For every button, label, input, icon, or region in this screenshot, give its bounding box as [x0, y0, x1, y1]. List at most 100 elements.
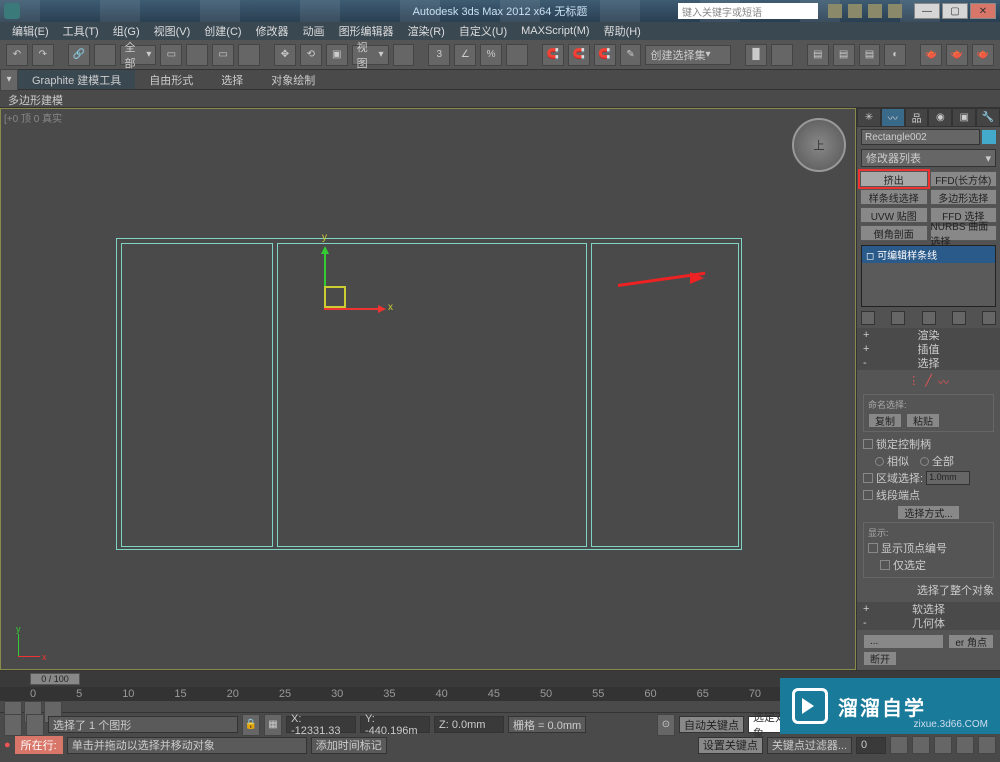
selection-filter-dropdown[interactable]: 全部 ▾	[120, 45, 157, 65]
display-tab[interactable]: ▣	[952, 108, 976, 127]
ribbon-tab-objectpaint[interactable]: 对象绘制	[257, 70, 329, 89]
area-select-spinner[interactable]: 1.0mm	[926, 471, 970, 485]
x-coord-input[interactable]: X: -12331.33	[286, 716, 356, 733]
gizmo-x-axis[interactable]	[324, 308, 384, 310]
modifier-button-bevel[interactable]: 倒角剖面	[860, 225, 928, 241]
modifier-button-nurbs[interactable]: NURBS 曲面选择	[930, 225, 998, 241]
maxscript-prompt[interactable]: 所在行:	[15, 736, 63, 754]
percent-snap-button[interactable]: %	[480, 44, 502, 66]
modifier-list-dropdown[interactable]: 修改器列表▾	[861, 149, 996, 167]
snap-button[interactable]: 3	[428, 44, 450, 66]
snap-toggle[interactable]: 🧲	[594, 44, 616, 66]
time-config-button[interactable]	[890, 736, 908, 754]
menu-view[interactable]: 视图(V)	[148, 23, 197, 39]
curve-editor-button[interactable]: ▤	[833, 44, 855, 66]
key-filters-button[interactable]: 关键点过滤器...	[767, 737, 852, 754]
vertex-type-dropdown[interactable]: er 角点	[948, 634, 994, 649]
ribbon-tab-freeform[interactable]: 自由形式	[135, 70, 207, 89]
menu-modifiers[interactable]: 修改器	[250, 23, 295, 39]
select-button[interactable]: ▭	[160, 44, 182, 66]
align-button[interactable]	[771, 44, 793, 66]
similar-radio[interactable]	[875, 457, 884, 466]
z-coord-input[interactable]: Z: 0.0mm	[434, 716, 504, 733]
title-icon[interactable]	[848, 4, 862, 18]
isolate-button[interactable]: ⊙	[657, 714, 675, 736]
segment-end-checkbox[interactable]	[863, 490, 873, 500]
scene-rectangle[interactable]	[591, 243, 739, 547]
show-end-result-button[interactable]	[891, 311, 905, 325]
y-coord-input[interactable]: Y: -440.196m	[360, 716, 430, 733]
modifier-button-ffd[interactable]: FFD(长方体)	[930, 171, 998, 187]
autokey-button[interactable]: 自动关键点	[679, 716, 744, 733]
max-viewport-button[interactable]	[978, 736, 996, 754]
modifier-button-splinesel[interactable]: 样条线选择	[860, 189, 928, 205]
menu-grapheditors[interactable]: 图形编辑器	[333, 23, 400, 39]
undo-button[interactable]: ↶	[6, 44, 28, 66]
snap-toggle[interactable]: 🧲	[568, 44, 590, 66]
object-color-swatch[interactable]	[982, 130, 996, 144]
subobj-spline-icon[interactable]: 〰	[938, 374, 949, 390]
rollout-selection[interactable]: -选择	[857, 356, 1000, 370]
pivot-button[interactable]	[393, 44, 415, 66]
utilities-tab[interactable]: 🔧	[976, 108, 1000, 127]
ribbon-min-button[interactable]: ▾	[0, 69, 18, 91]
viewcube[interactable]: 上	[792, 118, 846, 172]
select-name-button[interactable]	[186, 44, 208, 66]
subobj-segment-icon[interactable]: ╱	[925, 374, 932, 390]
gizmo-xy-plane[interactable]	[324, 286, 346, 308]
lock-selection-button[interactable]: 🔒	[242, 714, 260, 736]
menu-group[interactable]: 组(G)	[107, 23, 146, 39]
scene-rectangle[interactable]	[121, 243, 273, 547]
copy-button[interactable]: 复制	[868, 413, 902, 428]
hierarchy-tab[interactable]: 品	[905, 108, 929, 127]
spinner-snap-button[interactable]	[506, 44, 528, 66]
show-vertex-num-checkbox[interactable]	[868, 543, 878, 553]
window-crossing-button[interactable]	[238, 44, 260, 66]
minimize-button[interactable]: —	[914, 3, 940, 19]
time-tag-text[interactable]: 添加时间标记	[311, 737, 387, 754]
modifier-stack[interactable]: ◻ 可编辑样条线	[861, 245, 996, 307]
star-icon[interactable]	[868, 4, 882, 18]
subobj-vertex-icon[interactable]: ⋮	[908, 374, 919, 390]
make-unique-button[interactable]	[922, 311, 936, 325]
select-by-button[interactable]: 选择方式...	[897, 505, 959, 520]
zoom-all-button[interactable]	[934, 736, 952, 754]
configure-sets-button[interactable]	[982, 311, 996, 325]
unlink-button[interactable]	[94, 44, 116, 66]
object-name-input[interactable]: Rectangle002	[861, 129, 980, 145]
viewport-label[interactable]: [+0 顶 0 真实	[4, 110, 62, 125]
only-selected-checkbox[interactable]	[880, 560, 890, 570]
maximize-button[interactable]: ▢	[942, 3, 968, 19]
setkey-button[interactable]: 设置关键点	[698, 737, 763, 754]
zoom-button[interactable]	[912, 736, 930, 754]
area-select-checkbox[interactable]	[863, 473, 873, 483]
modifier-button-uvw[interactable]: UVW 贴图	[860, 207, 928, 223]
rollout-softsel[interactable]: +软选择	[857, 602, 1000, 616]
ribbon-panel-label[interactable]: 多边形建模	[0, 90, 1000, 108]
menu-rendering[interactable]: 渲染(R)	[402, 23, 451, 39]
scene-rectangle-outer[interactable]	[116, 238, 742, 550]
render-setup-button[interactable]: 🫖	[920, 44, 942, 66]
ribbon-tab-selection[interactable]: 选择	[207, 70, 257, 89]
create-tab[interactable]: ✳	[857, 108, 881, 127]
mirror-button[interactable]: ▐▌	[745, 44, 767, 66]
rollout-interpolation[interactable]: +插值	[857, 342, 1000, 356]
schematic-button[interactable]: ▤	[859, 44, 881, 66]
menu-create[interactable]: 创建(C)	[198, 23, 247, 39]
rollout-render[interactable]: +渲染	[857, 328, 1000, 342]
break-button[interactable]: 断开	[863, 651, 897, 666]
modifier-button-polysel[interactable]: 多边形选择	[930, 189, 998, 205]
menu-tools[interactable]: 工具(T)	[57, 23, 105, 39]
angle-snap-button[interactable]: ∠	[454, 44, 476, 66]
time-slider-thumb[interactable]: 0 / 100	[30, 673, 80, 685]
help-icon[interactable]	[888, 4, 902, 18]
paste-button[interactable]: 粘贴	[906, 413, 940, 428]
render-button[interactable]: 🫖	[972, 44, 994, 66]
title-icon[interactable]	[828, 4, 842, 18]
modifier-button-extrude[interactable]: 挤出	[860, 171, 928, 187]
layer-button[interactable]: ▤	[807, 44, 829, 66]
modify-tab[interactable]: 〰	[881, 108, 905, 127]
viewport[interactable]: [+0 顶 0 真实 上 y x y x	[0, 108, 856, 670]
redo-button[interactable]: ↷	[32, 44, 54, 66]
ribbon-tab-graphite[interactable]: Graphite 建模工具	[18, 70, 135, 89]
